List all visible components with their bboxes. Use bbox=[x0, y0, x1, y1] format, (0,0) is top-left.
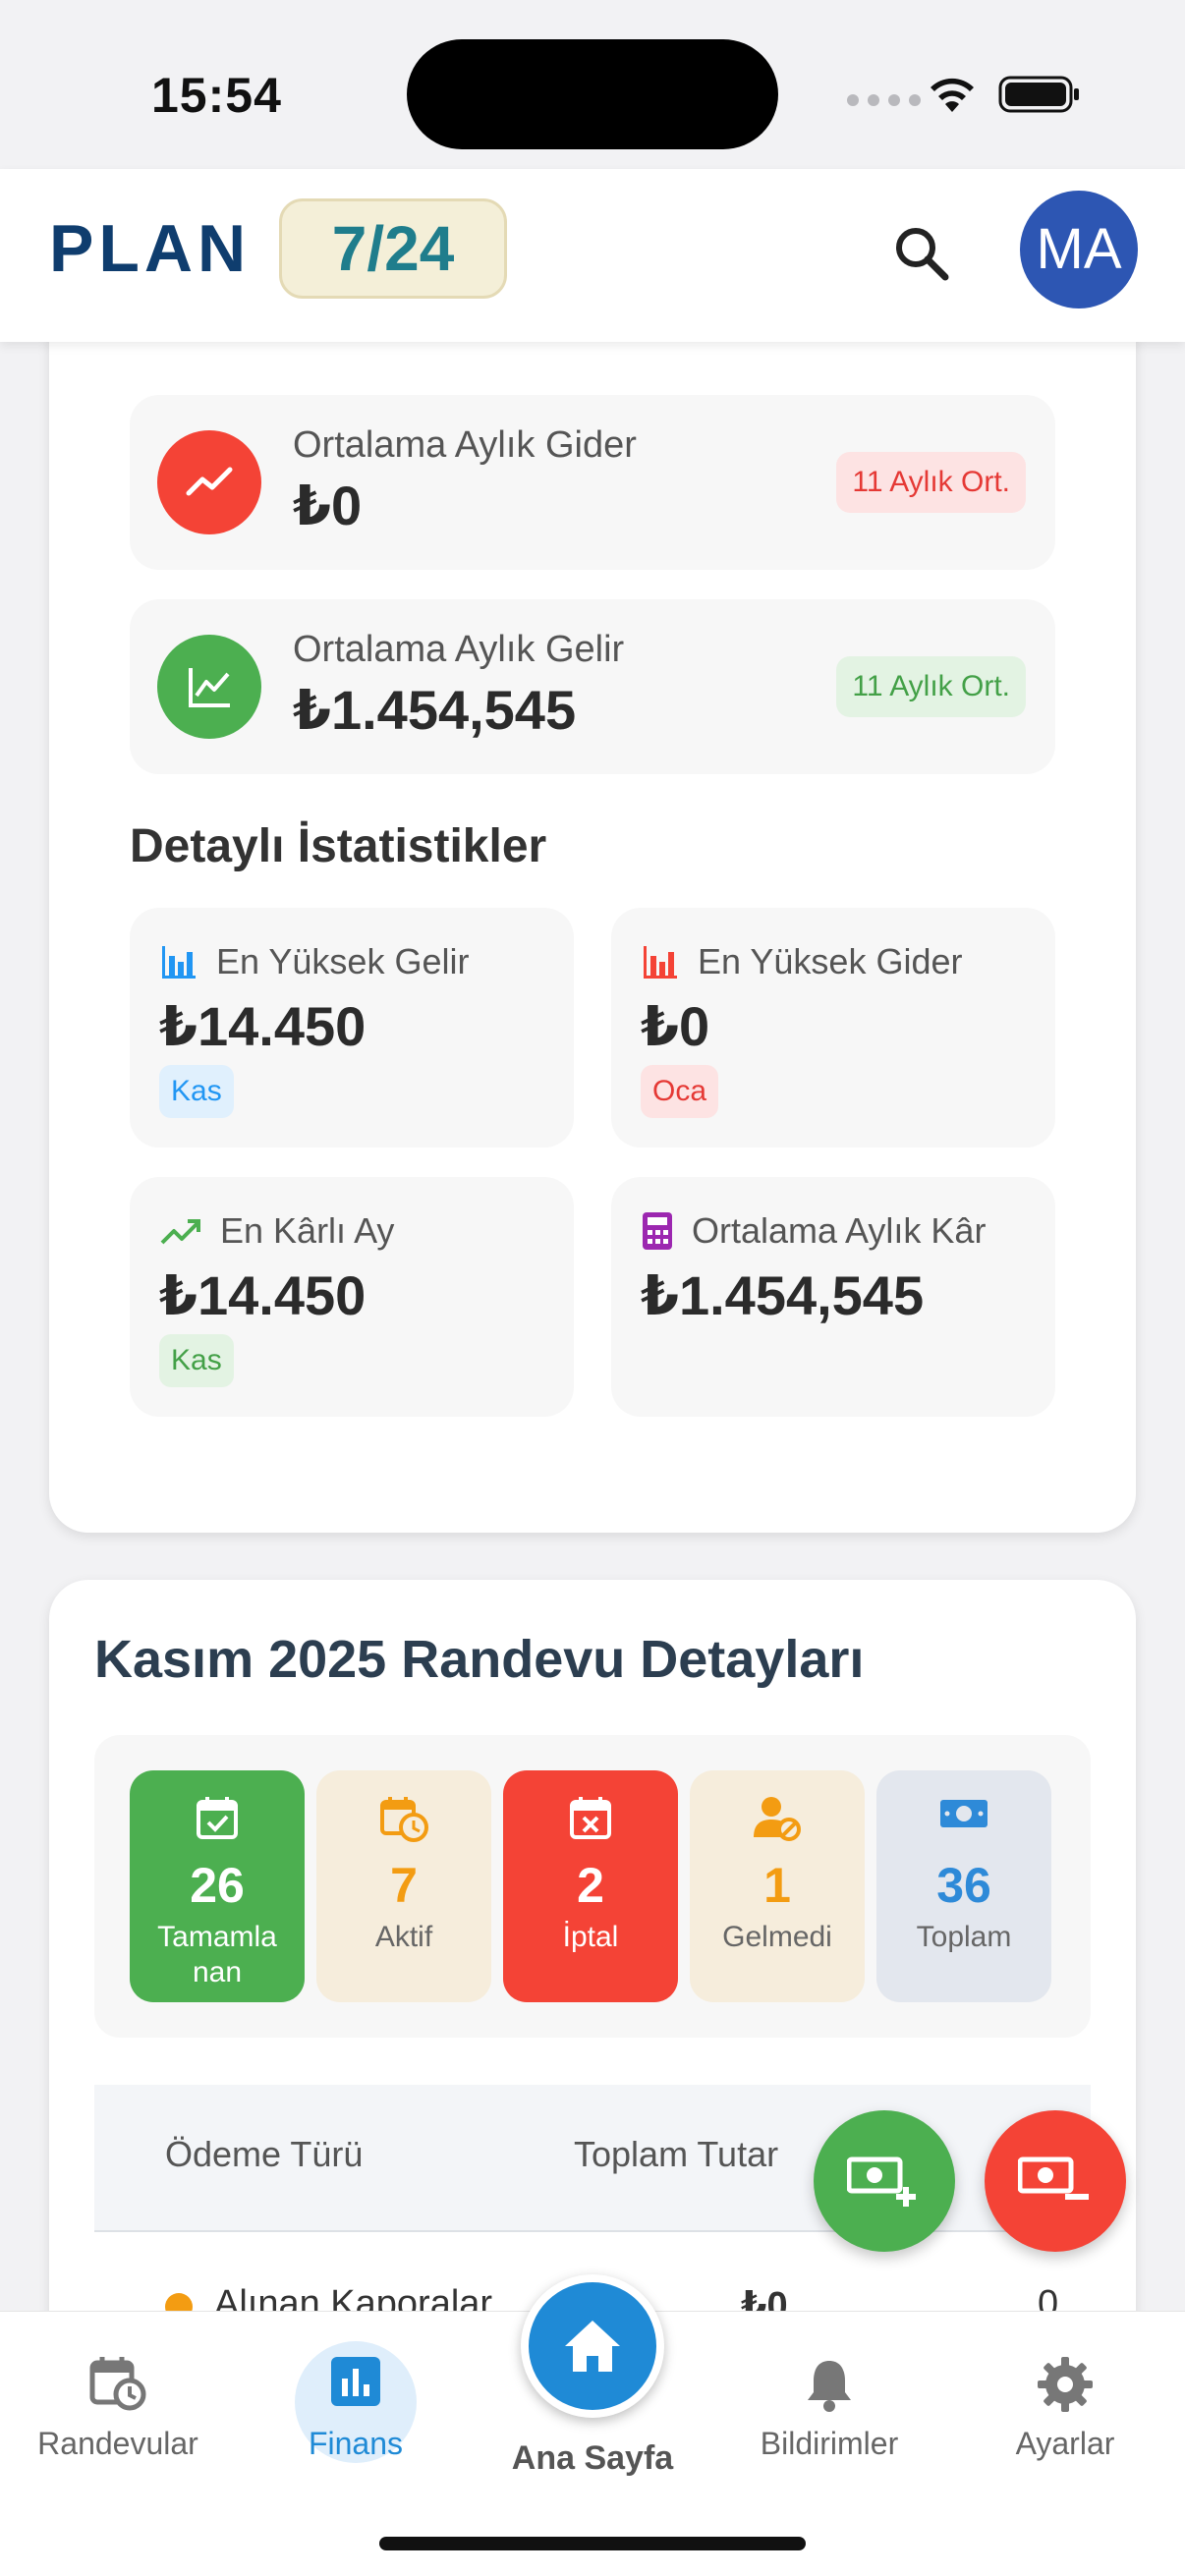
home-indicator bbox=[379, 2537, 806, 2550]
stat-label: Ortalama Aylık Kâr bbox=[692, 1210, 987, 1251]
status-tile-cancelled[interactable]: 2 İptal bbox=[503, 1770, 678, 2002]
money-minus-icon bbox=[1018, 2156, 1089, 2200]
money-icon bbox=[940, 1800, 988, 1827]
stat-value: ₺0 bbox=[641, 995, 710, 1057]
stat-value: ₺1.454,545 bbox=[641, 1264, 925, 1326]
trending-down-icon bbox=[157, 430, 261, 534]
stat-label: En Kârlı Ay bbox=[220, 1210, 395, 1251]
dynamic-island bbox=[407, 39, 778, 149]
add-income-button[interactable] bbox=[814, 2110, 955, 2252]
stat-value: ₺14.450 bbox=[159, 995, 367, 1057]
stat-label: En Yüksek Gelir bbox=[216, 941, 470, 981]
avg-income-label: Ortalama Aylık Gelir bbox=[293, 629, 625, 670]
status-label: Toplam bbox=[916, 1921, 1012, 1953]
avg-income-badge: 11 Aylık Ort. bbox=[836, 656, 1026, 717]
chart-line-icon bbox=[157, 635, 261, 739]
status-summary-panel: 26 Tamamla nan 7 Aktif 2 İptal 1 Gelmedi… bbox=[94, 1735, 1091, 2038]
status-label: Gelmedi bbox=[722, 1921, 832, 1953]
stat-tile-highest-expense: En Yüksek Gider ₺0 Oca bbox=[611, 908, 1055, 1148]
bar-chart-icon bbox=[644, 946, 677, 979]
brand-badge: 7/24 bbox=[279, 198, 507, 299]
nav-home-button[interactable] bbox=[521, 2274, 664, 2418]
status-count: 7 bbox=[390, 1858, 418, 1913]
wifi-icon bbox=[931, 78, 974, 112]
search-icon bbox=[896, 228, 949, 281]
status-label: Tamamla nan bbox=[157, 1921, 277, 1988]
status-bar: 15:54 bbox=[0, 0, 1185, 169]
finance-chart-icon bbox=[331, 2357, 380, 2406]
bell-icon bbox=[808, 2361, 851, 2412]
calendar-clock-icon bbox=[380, 1797, 428, 1842]
stat-value: ₺14.450 bbox=[159, 1264, 367, 1326]
stat-month-tag: Kas bbox=[159, 1065, 234, 1118]
avatar[interactable]: MA bbox=[1020, 191, 1138, 308]
status-tile-no-show[interactable]: 1 Gelmedi bbox=[690, 1770, 865, 2002]
nav-label-home: Ana Sayfa bbox=[511, 2439, 674, 2477]
stat-tile-most-profitable: En Kârlı Ay ₺14.450 Kas bbox=[130, 1177, 574, 1417]
stat-month-tag: Kas bbox=[159, 1334, 234, 1387]
status-label: İptal bbox=[562, 1921, 619, 1953]
nav-label: Ayarlar bbox=[1015, 2426, 1115, 2461]
status-label: Aktif bbox=[374, 1921, 433, 1953]
avg-income-value: ₺1.454,545 bbox=[293, 679, 577, 741]
nav-label: Randevular bbox=[37, 2426, 198, 2461]
user-block-icon bbox=[754, 1797, 801, 1841]
nav-label: Finans bbox=[308, 2426, 404, 2461]
home-icon bbox=[565, 2321, 620, 2372]
calculator-icon bbox=[643, 1212, 672, 1250]
nav-item-randevular[interactable]: Randevular bbox=[20, 2312, 216, 2508]
status-tile-total[interactable]: 36 Toplam bbox=[876, 1770, 1051, 2002]
avg-expense-badge: 11 Aylık Ort. bbox=[836, 452, 1026, 513]
column-total-amount: Toplam Tutar bbox=[574, 2134, 779, 2174]
calendar-x-icon bbox=[570, 1797, 611, 1839]
avg-income-row: Ortalama Aylık Gelir ₺1.454,545 11 Aylık… bbox=[130, 599, 1055, 774]
status-count: 1 bbox=[763, 1858, 791, 1913]
trending-up-icon bbox=[160, 1219, 200, 1245]
stat-month-tag: Oca bbox=[641, 1065, 719, 1118]
gear-icon bbox=[1038, 2357, 1093, 2412]
calendar-clock-icon bbox=[89, 2357, 146, 2411]
detailed-stats-title: Detaylı İstatistikler bbox=[130, 820, 547, 872]
status-count: 36 bbox=[936, 1858, 991, 1913]
stat-tile-avg-profit: Ortalama Aylık Kâr ₺1.454,545 bbox=[611, 1177, 1055, 1417]
stat-label: En Yüksek Gider bbox=[698, 941, 963, 981]
status-count: 26 bbox=[190, 1858, 245, 1913]
cellular-signal-icon bbox=[847, 94, 921, 106]
battery-icon bbox=[998, 76, 1079, 113]
nav-item-finans[interactable]: Finans bbox=[257, 2312, 454, 2508]
nav-label: Bildirimler bbox=[760, 2426, 899, 2461]
nav-item-bildirimler[interactable]: Bildirimler bbox=[731, 2312, 928, 2508]
bar-chart-icon bbox=[162, 946, 196, 979]
status-time: 15:54 bbox=[151, 68, 282, 123]
search-button[interactable] bbox=[882, 214, 961, 293]
avg-expense-row: Ortalama Aylık Gider ₺0 11 Aylık Ort. bbox=[130, 395, 1055, 570]
add-expense-button[interactable] bbox=[985, 2110, 1126, 2252]
calendar-check-icon bbox=[197, 1797, 238, 1839]
money-plus-icon bbox=[847, 2156, 916, 2207]
status-tile-completed[interactable]: 26 Tamamla nan bbox=[130, 1770, 305, 2002]
app-header: PLAN 7/24 MA bbox=[0, 169, 1185, 342]
stat-tile-highest-income: En Yüksek Gelir ₺14.450 Kas bbox=[130, 908, 574, 1148]
brand-title: PLAN bbox=[49, 211, 252, 286]
avg-expense-label: Ortalama Aylık Gider bbox=[293, 424, 637, 466]
avg-expense-value: ₺0 bbox=[293, 475, 363, 536]
status-tile-active[interactable]: 7 Aktif bbox=[316, 1770, 491, 2002]
column-payment-type: Ödeme Türü bbox=[165, 2134, 364, 2174]
finance-summary-card: Ortalama Aylık Gider ₺0 11 Aylık Ort. Or… bbox=[49, 295, 1136, 1533]
status-count: 2 bbox=[577, 1858, 604, 1913]
nav-item-ayarlar[interactable]: Ayarlar bbox=[967, 2312, 1163, 2508]
appointment-details-title: Kasım 2025 Randevu Detayları bbox=[94, 1630, 865, 1689]
